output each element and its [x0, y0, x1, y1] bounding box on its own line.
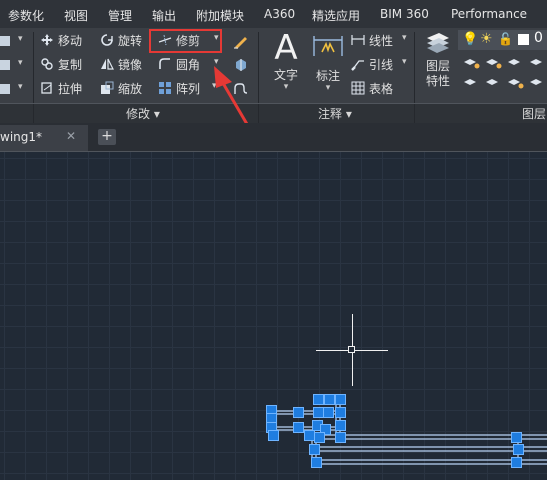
grip[interactable]: [335, 420, 346, 431]
mirror-label: 镜像: [118, 58, 143, 72]
array-label: 阵列: [176, 82, 201, 96]
linear-label: 线性: [369, 34, 394, 48]
copy-icon: [41, 58, 53, 70]
menu-view[interactable]: 视图: [64, 7, 88, 24]
table-label: 表格: [369, 82, 394, 96]
grip[interactable]: [311, 457, 322, 468]
lock-icon: 🔓: [498, 32, 513, 46]
grip[interactable]: [513, 444, 524, 455]
leader-label: 引线: [369, 58, 394, 72]
grip[interactable]: [268, 430, 279, 441]
move-button[interactable]: 移动: [40, 33, 82, 49]
stretch-button[interactable]: 拉伸: [40, 81, 82, 97]
menu-bim360[interactable]: BIM 360: [380, 7, 429, 21]
array-icon: [159, 82, 171, 94]
menu-performance[interactable]: Performance: [451, 7, 527, 21]
copy-button[interactable]: 复制: [40, 57, 82, 73]
array-button[interactable]: 阵列: [158, 81, 200, 97]
draw-tool-icon[interactable]: [0, 60, 10, 70]
dimension-icon: [313, 36, 343, 56]
panel-divider: [33, 104, 34, 123]
leader-icon: [351, 60, 364, 71]
leader-button[interactable]: 引线: [351, 57, 393, 73]
close-icon[interactable]: ✕: [66, 129, 76, 143]
chevron-down-icon: ▾: [325, 83, 331, 93]
chevron-down-icon[interactable]: ▾: [402, 33, 407, 43]
grip[interactable]: [511, 457, 522, 468]
rotate-label: 旋转: [118, 34, 143, 48]
dimension-button[interactable]: 标注 ▾: [310, 30, 346, 94]
draw-tool-icon[interactable]: [0, 36, 10, 46]
crosshair-pickbox: [348, 346, 355, 353]
stretch-label: 拉伸: [58, 82, 83, 96]
menu-bar: 参数化 视图 管理 输出 附加模块 A360 精选应用 BIM 360 Perf…: [0, 0, 547, 29]
grip[interactable]: [335, 407, 346, 418]
erase-icon[interactable]: [232, 32, 250, 50]
zero-layer: 0: [534, 30, 543, 46]
grip[interactable]: [511, 432, 522, 443]
dimension-label: 标注: [315, 69, 340, 83]
draw-tool-icon[interactable]: [0, 84, 10, 94]
mirror-button[interactable]: 镜像: [100, 57, 142, 73]
rotate-button[interactable]: 旋转: [100, 33, 142, 49]
mirror-icon: [101, 58, 114, 70]
grip[interactable]: [335, 394, 346, 405]
menu-output[interactable]: 输出: [152, 7, 176, 24]
grip[interactable]: [324, 394, 335, 405]
file-tab[interactable]: wing1* ✕: [0, 125, 88, 151]
grip[interactable]: [313, 394, 324, 405]
menu-manage[interactable]: 管理: [108, 7, 132, 24]
fillet-label: 圆角: [176, 58, 201, 72]
menu-featured-apps[interactable]: 精选应用: [312, 7, 360, 24]
menu-parametric[interactable]: 参数化: [8, 7, 44, 24]
chevron-down-icon[interactable]: ▾: [402, 57, 407, 67]
grip[interactable]: [335, 432, 346, 443]
grip[interactable]: [309, 444, 320, 455]
grip[interactable]: [323, 407, 334, 418]
scale-button[interactable]: 缩放: [100, 81, 142, 97]
fillet-icon: [159, 58, 170, 69]
table-button[interactable]: 表格: [351, 81, 393, 97]
color-swatch: [518, 34, 529, 45]
copy-label: 复制: [58, 58, 83, 72]
chevron-down-icon[interactable]: ▾: [18, 82, 23, 92]
scale-label: 缩放: [118, 82, 143, 96]
stretch-icon: [41, 82, 52, 94]
bulb-icon: 💡: [462, 32, 479, 47]
layer-tools[interactable]: [462, 56, 547, 96]
modify-panel-title[interactable]: 修改 ▾: [126, 105, 160, 122]
layers-panel-title[interactable]: 图层: [522, 105, 546, 122]
rotate-icon: [101, 34, 113, 46]
annotation-panel-title[interactable]: 注释 ▾: [318, 105, 352, 122]
grip[interactable]: [314, 432, 325, 443]
new-tab-icon[interactable]: +: [98, 129, 116, 145]
layer-dropdown[interactable]: 💡 ☀ 🔓 0: [458, 30, 547, 50]
layer-properties-icon: [427, 33, 449, 53]
linear-dimension-button[interactable]: 线性: [351, 33, 393, 49]
layer-properties-button[interactable]: 图层 特性: [420, 30, 456, 102]
sun-icon: ☀: [480, 31, 493, 47]
move-label: 移动: [58, 34, 83, 48]
move-icon: [41, 34, 53, 46]
chevron-down-icon[interactable]: ▾: [18, 34, 23, 44]
fillet-button[interactable]: 圆角: [158, 57, 200, 73]
file-tab-label: wing1*: [0, 130, 43, 144]
table-icon: [351, 81, 365, 95]
layer-properties-label: 图层 特性: [425, 59, 450, 88]
linear-icon: [351, 35, 365, 45]
panel-divider: [414, 104, 415, 123]
layer-tools-icon: [464, 59, 542, 89]
menu-a360[interactable]: A360: [264, 7, 295, 21]
grip[interactable]: [293, 422, 304, 433]
scale-icon: [101, 81, 114, 94]
highlight-box: [149, 29, 222, 53]
chevron-down-icon[interactable]: ▾: [18, 58, 23, 68]
grip[interactable]: [293, 407, 304, 418]
menu-addins[interactable]: 附加模块: [196, 7, 244, 24]
